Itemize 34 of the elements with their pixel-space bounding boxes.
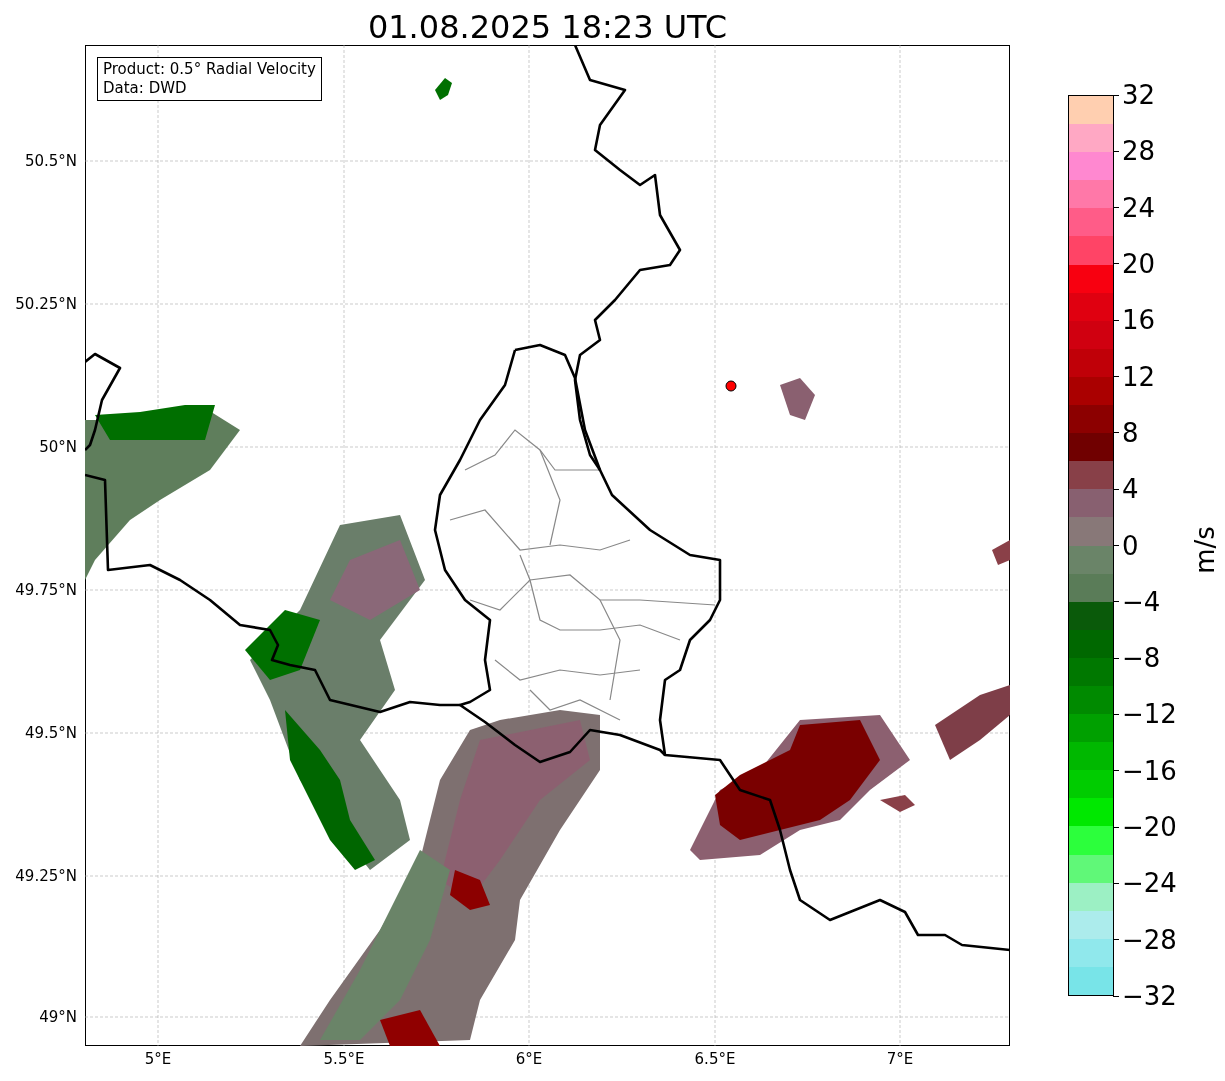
colorbar-tick-label: 12 (1122, 361, 1156, 392)
latitude-label: 50.25°N (15, 295, 77, 313)
radar-site-marker (725, 380, 737, 392)
colorbar-tick-label: 24 (1122, 192, 1156, 223)
colorbar-tick-label: −28 (1122, 924, 1177, 955)
longitude-label: 6°E (515, 1050, 543, 1068)
latitude-label: 50°N (39, 438, 77, 456)
colorbar-tick-label: −8 (1122, 643, 1161, 674)
info-text: Data: DWD (103, 79, 188, 98)
chart-title: 01.08.2025 18:23 UTC (367, 7, 728, 47)
colorbar-tick-label: −16 (1122, 755, 1177, 786)
longitude-label: 5.5°E (323, 1050, 365, 1068)
colorbar-tick-label: 32 (1122, 80, 1156, 110)
latitude-label: 49.75°N (15, 581, 77, 599)
colorbar-tick-label: −32 (1122, 981, 1177, 1011)
colorbar-tick-label: 4 (1122, 474, 1139, 505)
colorbar-tick-label: −20 (1122, 812, 1177, 843)
latitude-label: 49.25°N (15, 867, 77, 885)
longitude-label: 7°E (886, 1050, 914, 1068)
longitude-label: 6.5°E (694, 1050, 736, 1068)
latitude-label: 49°N (39, 1008, 77, 1026)
longitude-label: 5°E (144, 1050, 172, 1068)
colorbar-tick-label: 8 (1122, 417, 1139, 448)
colorbar-tick-label: −24 (1122, 868, 1177, 899)
colorbar-tick-label: 0 (1122, 530, 1139, 561)
latitude-label: 49.5°N (24, 724, 77, 742)
latitude-label: 50.5°N (24, 152, 77, 170)
colorbar-tick-label: 20 (1122, 248, 1156, 279)
colorbar-tick-label: 16 (1122, 305, 1156, 336)
colorbar-unit-label: m/s (1190, 526, 1220, 574)
colorbar-tick-label: −4 (1122, 586, 1161, 617)
colorbar-tick-label: −12 (1122, 699, 1177, 730)
colorbar-tick-label: 28 (1122, 136, 1156, 167)
info-text: Product: 0.5° Radial Velocity (103, 60, 316, 79)
